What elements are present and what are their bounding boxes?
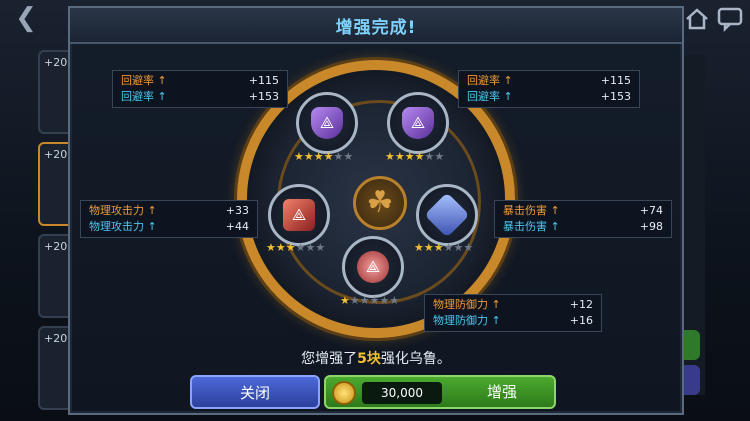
green-side-tab[interactable] (682, 330, 700, 360)
purple-side-tab[interactable] (682, 365, 700, 395)
slot-level: +20 (44, 56, 68, 69)
old-stat-value: +74 (639, 204, 663, 217)
star-filled-icon: ★ (414, 150, 425, 163)
star-filled-icon: ★ (414, 241, 424, 254)
new-stat-name: 物理攻击力 (89, 220, 144, 233)
stat-box-mid-left: 物理攻击力 ↑ +33 物理攻击力 ↑ +44 (80, 200, 258, 238)
gold-coin-icon (332, 381, 356, 405)
rune-slot-mid-left[interactable]: ⟁ (268, 184, 330, 246)
star-empty-icon: ★ (369, 294, 380, 307)
star-empty-icon: ★ (343, 150, 354, 163)
star-empty-icon: ★ (359, 294, 370, 307)
star-empty-icon: ★ (463, 241, 474, 254)
star-empty-icon: ★ (295, 241, 306, 254)
red-rune-gem-icon: ⟁ (283, 199, 315, 231)
summary-text: 您增强了5块强化乌鲁。 (70, 348, 682, 368)
slot-level: +20 (44, 332, 68, 345)
old-stat-name: 回避率 (121, 74, 154, 87)
new-stat-name: 回避率 (121, 90, 154, 103)
dialog-title: 增强完成! (335, 18, 417, 38)
rune-stars-mid-right: ★★★★★★ (414, 241, 473, 254)
new-stat-value: +153 (600, 90, 631, 103)
star-filled-icon: ★ (323, 150, 334, 163)
rune-stars-mid-left: ★★★★★★ (266, 241, 325, 254)
rune-stars-top-right: ★★★★★★ (385, 150, 444, 163)
new-stat-name: 暴击伤害 (503, 220, 547, 233)
summary-suffix: 强化乌鲁。 (380, 351, 451, 367)
title-bar: 增强完成! (70, 8, 682, 44)
star-filled-icon: ★ (294, 150, 304, 163)
star-filled-icon: ★ (266, 241, 276, 254)
old-stat-value: +12 (569, 298, 593, 311)
new-stat-value: +44 (225, 220, 249, 233)
star-empty-icon: ★ (349, 294, 360, 307)
star-empty-icon: ★ (379, 294, 390, 307)
new-stat-value: +16 (569, 314, 593, 327)
purple-rune-gem-icon: ⟁ (402, 107, 434, 139)
enhance-result-dialog: 增强完成! ☘ ⟁ ★★★★★★ ⟁ ★★★★★★ ⟁ ★★★★★★ ★★★★★… (68, 6, 684, 415)
stat-box-bottom: 物理防御力 ↑ +12 物理防御力 ↑ +16 (424, 294, 602, 332)
rune-slot-top-right[interactable]: ⟁ (387, 92, 449, 154)
pink-rune-gem-icon: ⟁ (357, 251, 389, 283)
enhance-cost: 30,000 (362, 382, 442, 404)
star-filled-icon: ★ (423, 241, 434, 254)
chat-icon[interactable] (716, 6, 744, 33)
star-empty-icon: ★ (305, 241, 316, 254)
star-filled-icon: ★ (285, 241, 296, 254)
slot-level: +20 (44, 148, 68, 161)
rune-slot-mid-right[interactable] (416, 184, 478, 246)
star-empty-icon: ★ (443, 241, 454, 254)
star-empty-icon: ★ (333, 150, 344, 163)
star-filled-icon: ★ (404, 150, 415, 163)
new-stat-name: 物理防御力 (433, 314, 488, 327)
summary-prefix: 您增强了 (301, 351, 358, 367)
old-stat-value: +33 (225, 204, 249, 217)
star-filled-icon: ★ (340, 294, 350, 307)
enhance-button[interactable]: 30,000 增强 (324, 375, 556, 409)
summary-count: 5块 (357, 351, 381, 367)
star-filled-icon: ★ (433, 241, 444, 254)
old-stat-name: 暴击伤害 (503, 204, 547, 217)
new-stat-name: 回避率 (467, 90, 500, 103)
triquetra-icon: ☘ (353, 176, 407, 230)
rune-slot-bottom[interactable]: ⟁ (342, 236, 404, 298)
star-filled-icon: ★ (313, 150, 324, 163)
star-filled-icon: ★ (275, 241, 286, 254)
close-button[interactable]: 关闭 (190, 375, 320, 409)
star-empty-icon: ★ (389, 294, 400, 307)
old-stat-name: 物理防御力 (433, 298, 488, 311)
star-empty-icon: ★ (424, 150, 435, 163)
blue-rune-gem-icon (424, 192, 470, 238)
star-filled-icon: ★ (394, 150, 405, 163)
old-stat-value: +115 (600, 74, 631, 87)
enhance-label: 增强 (486, 383, 517, 401)
star-empty-icon: ★ (315, 241, 326, 254)
star-filled-icon: ★ (385, 150, 395, 163)
back-arrow-icon[interactable]: ❮ (6, 4, 46, 32)
slot-level: +20 (44, 240, 68, 253)
stat-box-top-left: 回避率 ↑ +115 回避率 ↑ +153 (112, 70, 288, 108)
rune-slot-top-left[interactable]: ⟁ (296, 92, 358, 154)
home-icon[interactable] (684, 6, 710, 32)
new-stat-value: +153 (248, 90, 279, 103)
star-empty-icon: ★ (434, 150, 445, 163)
rune-stars-bottom: ★★★★★★ (340, 294, 399, 307)
rune-stars-top-left: ★★★★★★ (294, 150, 353, 163)
purple-rune-gem-icon: ⟁ (311, 107, 343, 139)
star-empty-icon: ★ (453, 241, 464, 254)
old-stat-value: +115 (248, 74, 279, 87)
old-stat-name: 回避率 (467, 74, 500, 87)
old-stat-name: 物理攻击力 (89, 204, 144, 217)
stat-box-mid-right: 暴击伤害 ↑ +74 暴击伤害 ↑ +98 (494, 200, 672, 238)
stat-box-top-right: 回避率 ↑ +115 回避率 ↑ +153 (458, 70, 640, 108)
new-stat-value: +98 (639, 220, 663, 233)
star-filled-icon: ★ (303, 150, 314, 163)
